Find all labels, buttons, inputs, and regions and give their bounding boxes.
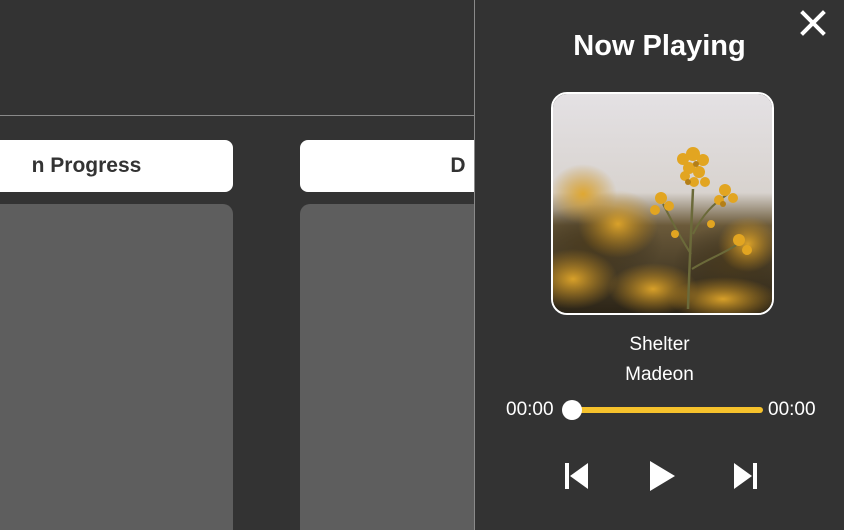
album-art-image xyxy=(553,94,772,313)
now-playing-panel: Now Playing Shelter Madeon 00:00 00:00 xyxy=(474,0,844,530)
total-time: 00:00 xyxy=(768,399,816,420)
next-button[interactable] xyxy=(730,458,760,494)
column-body-done[interactable] xyxy=(300,204,474,530)
column-title: n Progress xyxy=(31,154,142,177)
current-time: 00:00 xyxy=(506,399,554,420)
play-button[interactable] xyxy=(645,458,679,494)
progress-thumb[interactable] xyxy=(562,400,582,420)
track-artist: Madeon xyxy=(625,364,694,385)
panel-title: Now Playing xyxy=(573,30,746,62)
previous-button[interactable] xyxy=(562,458,592,494)
column-body-in-progress[interactable] xyxy=(0,204,233,530)
kanban-board: n Progress D xyxy=(0,0,474,530)
header-divider xyxy=(0,115,474,116)
column-header-in-progress[interactable]: n Progress xyxy=(0,140,233,192)
album-cover xyxy=(551,92,774,315)
track-title: Shelter xyxy=(629,334,690,355)
skip-next-icon xyxy=(734,463,757,489)
column-title: D xyxy=(450,154,466,177)
progress-slider[interactable] xyxy=(562,400,763,420)
play-icon xyxy=(650,461,675,491)
skip-previous-icon xyxy=(565,463,588,489)
column-header-done[interactable]: D xyxy=(300,140,474,192)
